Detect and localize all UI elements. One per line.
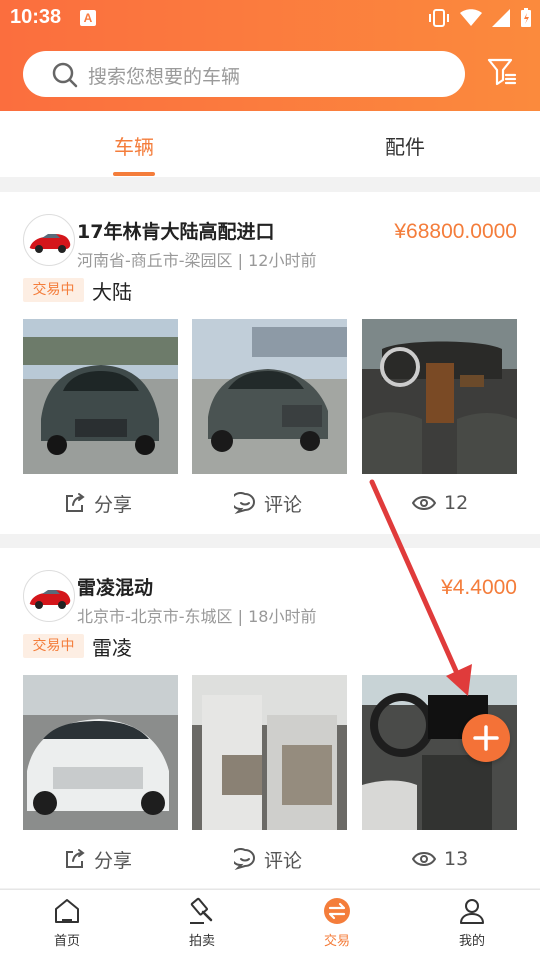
battery-icon — [521, 8, 531, 27]
vibrate-icon — [429, 9, 449, 27]
listing-card[interactable]: 17年林肯大陆高配进口 河南省-商丘市-梁园区 | 12小时前 ¥68800.0… — [0, 192, 540, 534]
notification-icon: A — [80, 10, 96, 26]
tab-vehicles[interactable]: 车辆 — [114, 131, 154, 160]
listing-brand: 雷凌 — [92, 636, 132, 660]
status-badge: 交易中 — [23, 278, 84, 302]
status-bar: 10:38 A — [0, 0, 540, 38]
nav-trade[interactable]: 交易 — [292, 896, 382, 956]
tab-parts[interactable]: 配件 — [385, 131, 425, 160]
user-icon — [460, 899, 484, 924]
search-bar[interactable]: 搜索您想要的车辆 — [23, 51, 465, 97]
car-photo[interactable] — [192, 675, 347, 830]
gavel-icon — [190, 897, 213, 924]
header: 10:38 A 搜索您想要的车辆 — [0, 0, 540, 111]
avatar[interactable] — [23, 570, 75, 622]
home-icon — [55, 899, 79, 923]
search-input[interactable]: 搜索您想要的车辆 — [88, 62, 240, 89]
listing-price: ¥4.4000 — [441, 576, 517, 599]
share-label: 分享 — [94, 493, 133, 516]
signal-icon — [492, 9, 510, 27]
wifi-icon — [460, 9, 482, 26]
comment-icon — [234, 492, 255, 514]
status-time: 10:38 — [10, 6, 62, 28]
share-icon — [66, 493, 85, 512]
eye-icon — [412, 852, 436, 866]
nav-home[interactable]: 首页 — [22, 896, 112, 956]
listing-brand: 大陆 — [92, 280, 132, 304]
listing-location: 河南省-商丘市-梁园区 | 12小时前 — [77, 251, 317, 270]
category-tabs: 车辆 配件 — [0, 111, 540, 177]
view-count-value: 12 — [444, 492, 469, 514]
nav-auction-label: 拍卖 — [188, 934, 215, 949]
comment-label: 评论 — [264, 493, 303, 516]
avatar[interactable] — [23, 214, 75, 266]
car-photo[interactable] — [23, 319, 178, 474]
listing-price: ¥68800.0000 — [394, 220, 517, 243]
filter-icon[interactable] — [486, 56, 518, 88]
eye-icon — [412, 496, 436, 510]
car-photo[interactable] — [362, 319, 517, 474]
status-badge: 交易中 — [23, 634, 84, 658]
listing-title[interactable]: 17年林肯大陆高配进口 — [77, 217, 274, 244]
comment-icon — [234, 848, 255, 870]
nav-trade-label: 交易 — [323, 934, 350, 949]
share-button[interactable]: 分享 — [64, 489, 132, 517]
trade-icon — [324, 898, 350, 924]
share-icon — [66, 849, 85, 868]
status-icons — [428, 6, 532, 30]
view-count-value: 13 — [444, 848, 469, 870]
view-count: 12 — [412, 489, 468, 517]
view-count: 13 — [412, 845, 468, 873]
plus-icon — [473, 725, 499, 751]
car-photo[interactable] — [23, 675, 178, 830]
nav-me-label: 我的 — [458, 934, 485, 949]
comment-label: 评论 — [264, 849, 303, 872]
nav-auction[interactable]: 拍卖 — [157, 896, 247, 956]
share-label: 分享 — [94, 849, 133, 872]
listing-location: 北京市-北京市-东城区 | 18小时前 — [77, 607, 317, 626]
nav-me[interactable]: 我的 — [427, 896, 517, 956]
add-listing-button[interactable] — [462, 714, 510, 762]
comment-button[interactable]: 评论 — [234, 845, 302, 873]
search-icon — [52, 62, 78, 88]
listing-card[interactable]: 雷凌混动 北京市-北京市-东城区 | 18小时前 ¥4.4000 交易中 雷凌 … — [0, 548, 540, 888]
listing-title[interactable]: 雷凌混动 — [77, 573, 153, 600]
comment-button[interactable]: 评论 — [234, 489, 302, 517]
bottom-nav: 首页 拍卖 交易 我的 — [0, 889, 540, 960]
car-photo[interactable] — [192, 319, 347, 474]
share-button[interactable]: 分享 — [64, 845, 132, 873]
tab-indicator — [113, 172, 155, 176]
nav-home-label: 首页 — [53, 934, 80, 949]
